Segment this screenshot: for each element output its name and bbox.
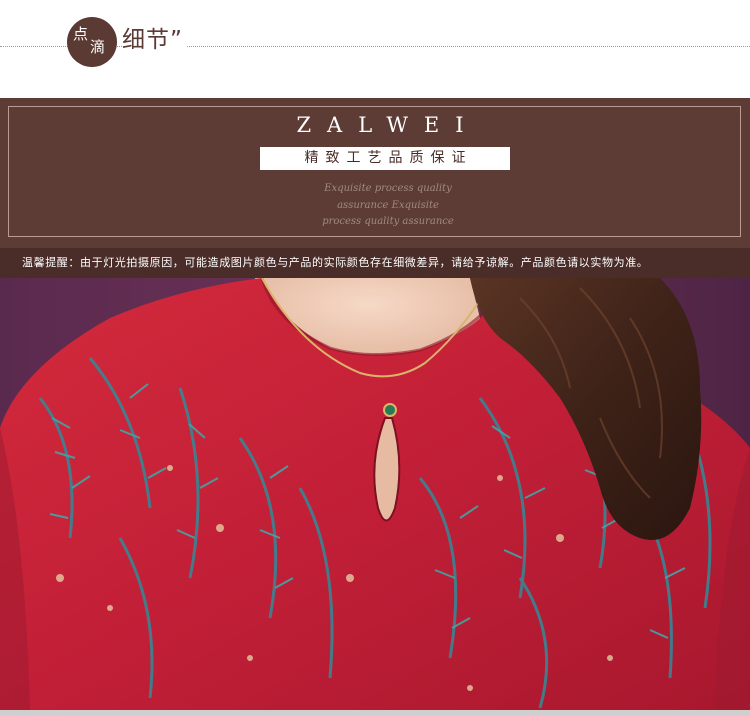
page: 点 滴 细节” ZALWEI 精致工艺品质保证 Exquisite proces… <box>0 0 750 716</box>
product-photo-illustration <box>0 278 750 710</box>
script-line-1: Exquisite process quality <box>324 183 452 194</box>
product-detail-photo <box>0 278 750 710</box>
badge-char-1: 点 <box>73 25 89 43</box>
quality-label: 精致工艺品质保证 <box>260 147 510 170</box>
section-header: 点 滴 细节” <box>0 0 750 98</box>
badge-char-2: 滴 <box>90 38 106 56</box>
section-badge: 点 滴 <box>67 17 117 67</box>
section-title: 细节” <box>122 20 187 54</box>
bottom-bar <box>0 710 750 716</box>
brand-name: ZALWEI <box>296 113 480 137</box>
script-line-2: assurance Exquisite <box>337 200 439 211</box>
color-notice: 温馨提醒：由于灯光拍摄原因，可能造成图片颜色与产品的实际颜色存在细微差异，请给予… <box>0 248 750 278</box>
button-knot <box>383 403 397 417</box>
script-line-3: process quality assurance <box>322 216 454 227</box>
brand-banner: ZALWEI 精致工艺品质保证 Exquisite process qualit… <box>0 98 750 248</box>
